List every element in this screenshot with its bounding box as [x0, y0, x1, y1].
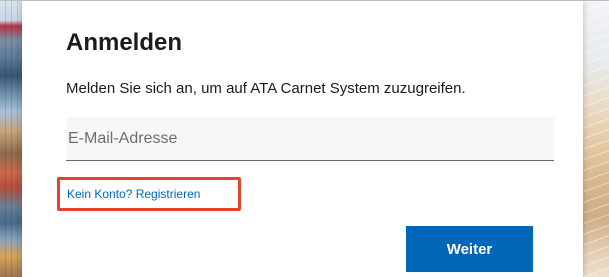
- page-title: Anmelden: [66, 29, 183, 56]
- next-button[interactable]: Weiter: [406, 226, 533, 272]
- signin-description: Melden Sie sich an, um auf ATA Carnet Sy…: [66, 80, 466, 97]
- screen: Anmelden Melden Sie sich an, um auf ATA …: [0, 0, 609, 277]
- register-link[interactable]: Kein Konto? Registrieren: [67, 186, 200, 202]
- background-image-right: [583, 1, 609, 277]
- background-image-left: [0, 1, 22, 277]
- email-field[interactable]: [66, 117, 554, 161]
